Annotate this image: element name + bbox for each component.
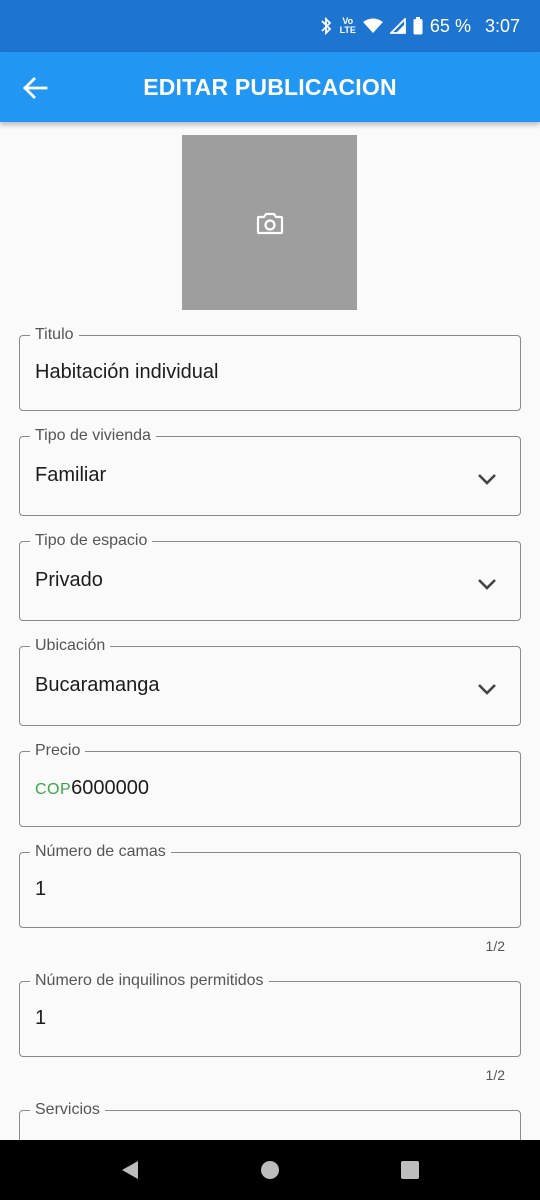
tipo-vivienda-value: Familiar — [35, 464, 107, 486]
system-nav-bar — [0, 1140, 540, 1200]
clock: 3:07 — [484, 15, 520, 36]
camas-field[interactable]: Número de camas 1 — [19, 843, 521, 928]
chevron-down-icon[interactable] — [476, 678, 498, 700]
camas-input[interactable]: 1 — [35, 878, 46, 901]
inquilinos-input[interactable]: 1 — [35, 1007, 46, 1030]
inquilinos-label: Número de inquilinos permitidos — [30, 972, 269, 990]
battery-icon — [413, 17, 423, 35]
ubicacion-select[interactable]: Ubicación Bucaramanga — [19, 637, 521, 726]
app-bar: EDITAR PUBLICACION — [0, 52, 540, 122]
battery-percentage: 65 % — [429, 15, 471, 36]
camera-icon — [256, 212, 283, 234]
ubicacion-value: Bucaramanga — [35, 674, 160, 696]
page-title: EDITAR PUBLICACION — [143, 73, 397, 100]
titulo-field[interactable]: Titulo Habitación individual — [19, 326, 521, 411]
bluetooth-icon — [320, 17, 331, 35]
nav-home-button[interactable] — [256, 1156, 284, 1184]
chevron-down-icon[interactable] — [476, 468, 498, 490]
camas-counter: 1/2 — [485, 938, 505, 954]
signal-icon — [389, 18, 406, 34]
inquilinos-field[interactable]: Número de inquilinos permitidos 1 — [19, 972, 521, 1057]
inquilinos-counter: 1/2 — [485, 1067, 505, 1083]
precio-value: 6000000 — [71, 777, 150, 799]
tipo-vivienda-label: Tipo de vivienda — [30, 427, 156, 445]
precio-label: Precio — [30, 742, 86, 760]
nav-recents-button[interactable] — [396, 1156, 424, 1184]
servicios-field[interactable]: Servicios — [19, 1101, 521, 1140]
chevron-down-icon[interactable] — [476, 573, 498, 595]
wifi-icon — [362, 18, 383, 33]
status-bar: Vo LTE 65 % 3:07 — [0, 0, 540, 52]
tipo-vivienda-select[interactable]: Tipo de vivienda Familiar — [19, 427, 521, 516]
tipo-espacio-select[interactable]: Tipo de espacio Privado — [19, 532, 521, 621]
tipo-espacio-label: Tipo de espacio — [30, 532, 153, 550]
servicios-label: Servicios — [30, 1101, 105, 1119]
volte-icon: Vo LTE — [339, 16, 356, 35]
triangle-back-icon — [122, 1161, 138, 1179]
titulo-input[interactable]: Habitación individual — [35, 361, 218, 384]
edit-form: Titulo Habitación individual Tipo de viv… — [0, 122, 540, 1140]
ubicacion-label: Ubicación — [30, 637, 111, 655]
titulo-label: Titulo — [30, 326, 79, 344]
currency-prefix: COP — [35, 781, 72, 798]
photo-picker[interactable] — [182, 135, 357, 310]
nav-back-button[interactable] — [116, 1156, 144, 1184]
square-recents-icon — [401, 1161, 419, 1179]
status-icons: Vo LTE 65 % — [319, 16, 471, 37]
tipo-espacio-value: Privado — [35, 569, 103, 591]
circle-home-icon — [261, 1161, 279, 1179]
camas-label: Número de camas — [30, 843, 171, 861]
precio-input[interactable]: COP6000000 — [35, 777, 149, 800]
back-arrow-icon[interactable] — [22, 75, 48, 101]
precio-field[interactable]: Precio COP6000000 — [19, 742, 521, 827]
